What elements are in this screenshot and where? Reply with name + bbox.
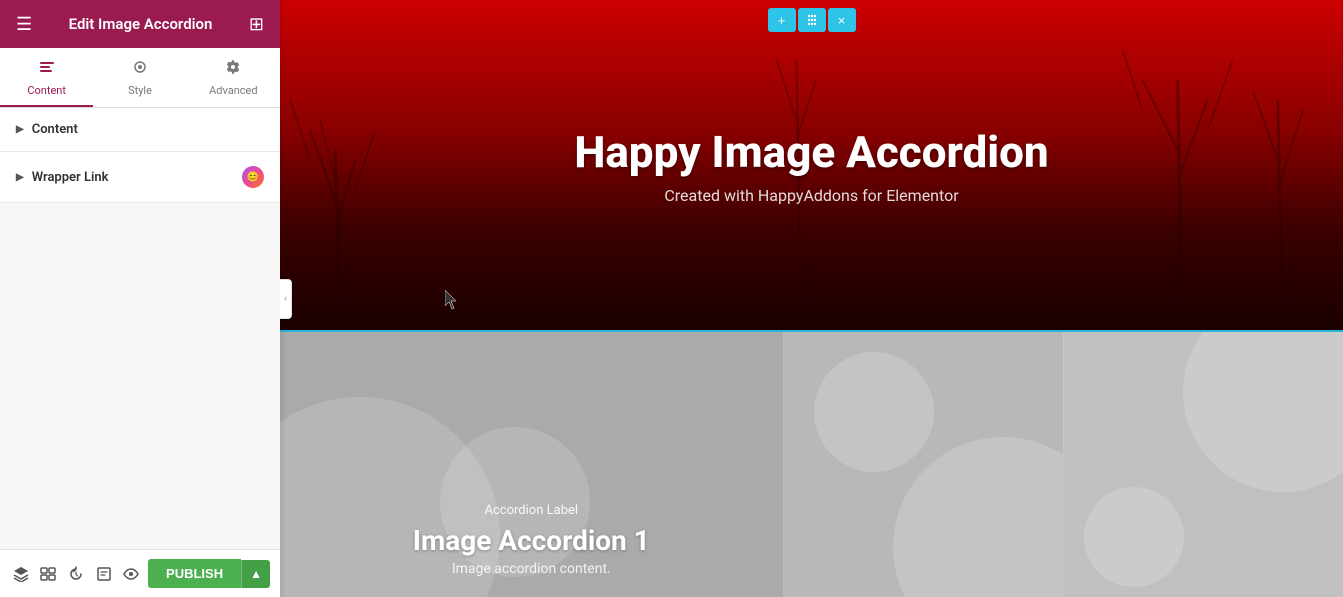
sidebar-header: ☰ Edit Image Accordion ⊞ xyxy=(0,0,280,48)
grid-icon[interactable]: ⊞ xyxy=(249,14,264,35)
sidebar-tabs: Content Style Advanced xyxy=(0,48,280,108)
accordion-canvas: Accordion Label Image Accordion 1 Image … xyxy=(280,330,1343,597)
tab-advanced[interactable]: Advanced xyxy=(187,48,280,107)
widget-move-btn[interactable] xyxy=(798,8,826,32)
tab-style[interactable]: Style xyxy=(93,48,186,107)
widget-close-btn[interactable]: × xyxy=(828,8,856,32)
canvas: + × xyxy=(280,0,1343,597)
content-section-header[interactable]: ▶ Content xyxy=(0,108,280,151)
panel3-shape-1 xyxy=(1183,332,1343,492)
hero-subtitle: Created with HappyAddons for Elementor xyxy=(664,186,958,205)
sidebar: ☰ Edit Image Accordion ⊞ Content Sty xyxy=(0,0,280,597)
content-tab-icon xyxy=(38,58,56,80)
sidebar-collapse-handle[interactable]: ‹ xyxy=(280,279,292,319)
advanced-tab-icon xyxy=(224,58,242,80)
widget-controls: + × xyxy=(768,8,856,32)
hero-title: Happy Image Accordion xyxy=(574,126,1048,178)
widget-add-btn[interactable]: + xyxy=(768,8,796,32)
wrapper-link-badge: 😊 xyxy=(242,166,264,188)
accordion-panel-3[interactable] xyxy=(1064,332,1343,597)
tab-style-label: Style xyxy=(128,84,152,97)
accordion-title-1: Image Accordion 1 xyxy=(413,524,650,557)
panel1-content: Accordion Label Image Accordion 1 Image … xyxy=(413,503,650,577)
hero-section: Happy Image Accordion Created with Happy… xyxy=(280,0,1343,330)
panel2-deco xyxy=(784,332,1063,597)
publish-btn-group: PUBLISH ▲ xyxy=(148,559,270,588)
sidebar-sections: ▶ Content ▶ Wrapper Link 😊 xyxy=(0,108,280,549)
content-arrow-icon: ▶ xyxy=(16,124,24,135)
notes-btn[interactable] xyxy=(93,559,115,589)
accordion-panel-1[interactable]: Accordion Label Image Accordion 1 Image … xyxy=(280,332,784,597)
wrapper-arrow-icon: ▶ xyxy=(16,172,24,183)
accordion-label: Accordion Label xyxy=(413,503,650,518)
panel2-shape-2 xyxy=(814,352,934,472)
panel3-deco xyxy=(1064,332,1343,597)
tab-content[interactable]: Content xyxy=(0,48,93,107)
tab-content-label: Content xyxy=(27,84,66,97)
happy-icon: 😊 xyxy=(247,172,259,183)
navigator-btn[interactable] xyxy=(38,559,60,589)
layers-btn[interactable] xyxy=(10,559,32,589)
panel3-shape-2 xyxy=(1084,487,1184,587)
sidebar-bottom-toolbar: PUBLISH ▲ xyxy=(0,549,280,597)
panel2-shape-1 xyxy=(893,437,1063,597)
accordion-panel-2[interactable] xyxy=(784,332,1064,597)
hamburger-icon[interactable]: ☰ xyxy=(16,14,32,35)
sidebar-title: Edit Image Accordion xyxy=(69,15,213,33)
accordion-desc-1: Image accordion content. xyxy=(413,561,650,577)
style-tab-icon xyxy=(131,58,149,80)
wrapper-link-accordion: ▶ Wrapper Link 😊 xyxy=(0,152,280,203)
content-accordion: ▶ Content xyxy=(0,108,280,152)
history-btn[interactable] xyxy=(65,559,87,589)
wrapper-link-label: Wrapper Link xyxy=(32,170,109,185)
publish-arrow-button[interactable]: ▲ xyxy=(241,560,270,588)
tab-advanced-label: Advanced xyxy=(209,84,257,97)
eye-btn[interactable] xyxy=(120,559,142,589)
wrapper-link-header[interactable]: ▶ Wrapper Link 😊 xyxy=(0,152,280,202)
publish-button[interactable]: PUBLISH xyxy=(148,559,241,588)
content-section-label: Content xyxy=(32,122,78,137)
